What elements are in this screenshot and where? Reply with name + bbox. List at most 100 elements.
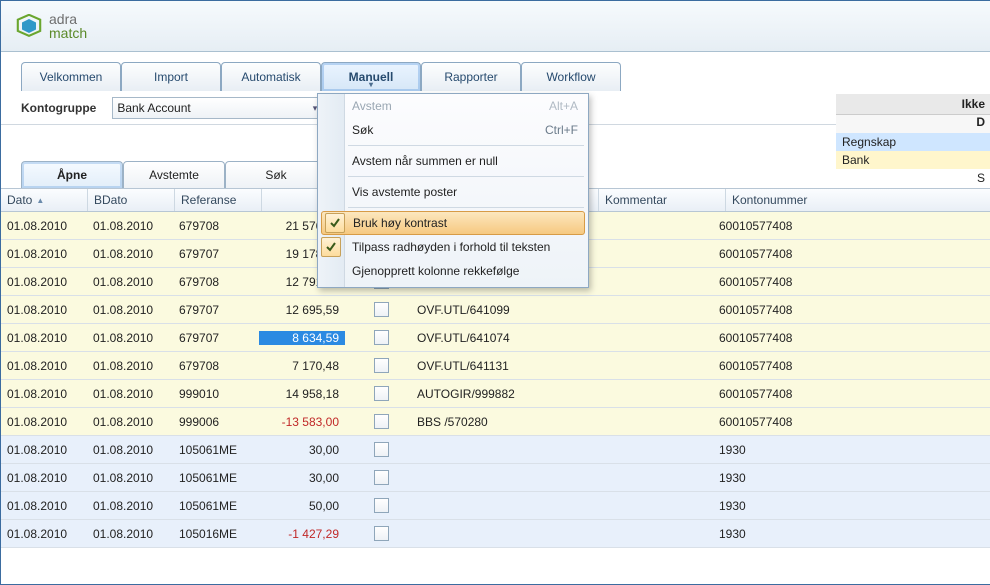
cell: 01.08.2010: [87, 219, 173, 233]
vtab-sok[interactable]: Søk: [225, 161, 327, 188]
cell: 01.08.2010: [1, 331, 87, 345]
menu-hoy-kontrast[interactable]: Bruk høy kontrast: [321, 211, 585, 235]
cell: 01.08.2010: [1, 499, 87, 513]
cell: 105061ME: [173, 443, 259, 457]
row-checkbox[interactable]: [345, 358, 411, 373]
table-row[interactable]: 01.08.201001.08.20106797087 170,48OVF.UT…: [1, 352, 990, 380]
table-row[interactable]: 01.08.201001.08.201099901014 958,18AUTOG…: [1, 380, 990, 408]
cell: 01.08.2010: [87, 387, 173, 401]
cell: OVF.UTL/641074: [411, 331, 587, 345]
col-dato[interactable]: Dato▲: [1, 189, 88, 211]
cell: 01.08.2010: [1, 275, 87, 289]
cell: 01.08.2010: [1, 219, 87, 233]
row-checkbox[interactable]: [345, 330, 411, 345]
checkbox-icon: [374, 358, 389, 373]
menu-avstem[interactable]: Avstem Alt+A: [318, 94, 588, 118]
kontogruppe-label: Kontogruppe: [21, 101, 96, 115]
cell: 679708: [173, 275, 259, 289]
cell: 01.08.2010: [87, 275, 173, 289]
checkbox-icon: [374, 442, 389, 457]
cell: 1930: [713, 443, 829, 457]
table-row[interactable]: 01.08.201001.08.20106797078 634,59OVF.UT…: [1, 324, 990, 352]
col-label: BDato: [94, 193, 127, 207]
vtab-label: Åpne: [57, 168, 87, 182]
summary-panel: Ikke D Regnskap Bank S: [836, 94, 990, 187]
cell: 1930: [713, 471, 829, 485]
menu-label: Gjenopprett kolonne rekkefølge: [352, 264, 519, 278]
tab-automatisk[interactable]: Automatisk: [221, 62, 321, 91]
cell: BBS /570280: [411, 415, 587, 429]
tab-velkommen[interactable]: Velkommen: [21, 62, 121, 91]
row-checkbox[interactable]: [345, 386, 411, 401]
cell: 60010577408: [713, 359, 829, 373]
cell: 01.08.2010: [87, 527, 173, 541]
cell: 01.08.2010: [87, 499, 173, 513]
table-row[interactable]: 01.08.201001.08.2010105016ME-1 427,29193…: [1, 520, 990, 548]
row-checkbox[interactable]: [345, 414, 411, 429]
menu-vis-avstemte[interactable]: Vis avstemte poster: [318, 180, 588, 204]
row-checkbox[interactable]: [345, 302, 411, 317]
cell: 50,00: [259, 499, 345, 513]
checkbox-icon: [374, 414, 389, 429]
checkbox-icon: [374, 470, 389, 485]
cell: 01.08.2010: [1, 359, 87, 373]
table-row[interactable]: 01.08.201001.08.2010105061ME30,001930: [1, 464, 990, 492]
brand-line2: match: [49, 26, 87, 40]
table-row[interactable]: 01.08.201001.08.2010105061ME50,001930: [1, 492, 990, 520]
kontogruppe-select[interactable]: Bank Account ▾: [112, 97, 322, 119]
sort-asc-icon: ▲: [36, 196, 44, 205]
cell: 01.08.2010: [1, 527, 87, 541]
menu-avstem-null[interactable]: Avstem når summen er null: [318, 149, 588, 173]
cell: 14 958,18: [259, 387, 345, 401]
table-row[interactable]: 01.08.201001.08.201067970712 695,59OVF.U…: [1, 296, 990, 324]
summary-sub: D: [836, 115, 990, 133]
menu-radhoyde[interactable]: Tilpass radhøyden i forhold til teksten: [318, 235, 588, 259]
cell: 60010577408: [713, 331, 829, 345]
menu-separator: [348, 176, 584, 177]
col-kommentar[interactable]: Kommentar: [599, 189, 726, 211]
tab-manuell[interactable]: Manuell▾: [321, 62, 421, 91]
menu-label: Vis avstemte poster: [352, 185, 457, 199]
tab-workflow[interactable]: Workflow: [521, 62, 621, 91]
menu-sok[interactable]: Søk Ctrl+F: [318, 118, 588, 142]
cell: 01.08.2010: [87, 331, 173, 345]
row-checkbox[interactable]: [345, 526, 411, 541]
row-checkbox[interactable]: [345, 470, 411, 485]
checkbox-icon: [374, 526, 389, 541]
cell: 01.08.2010: [1, 471, 87, 485]
kontogruppe-value: Bank Account: [117, 101, 190, 115]
cell: 01.08.2010: [87, 247, 173, 261]
tab-import[interactable]: Import: [121, 62, 221, 91]
checkbox-icon: [374, 302, 389, 317]
row-checkbox[interactable]: [345, 498, 411, 513]
cell: 01.08.2010: [1, 387, 87, 401]
col-bdato[interactable]: BDato: [88, 189, 175, 211]
col-referanse[interactable]: Referanse: [175, 189, 262, 211]
cell: OVF.UTL/641099: [411, 303, 587, 317]
table-row[interactable]: 01.08.201001.08.2010105061ME30,001930: [1, 436, 990, 464]
cell: 1930: [713, 527, 829, 541]
tab-rapporter[interactable]: Rapporter: [421, 62, 521, 91]
vtab-avstemte[interactable]: Avstemte: [123, 161, 225, 188]
cell: -1 427,29: [259, 527, 345, 541]
menu-separator: [348, 145, 584, 146]
cell: 679708: [173, 359, 259, 373]
cell: 999010: [173, 387, 259, 401]
row-checkbox[interactable]: [345, 442, 411, 457]
table-row[interactable]: 01.08.201001.08.2010999006-13 583,00BBS …: [1, 408, 990, 436]
cell: 60010577408: [713, 247, 829, 261]
tab-label: Rapporter: [444, 70, 497, 84]
menu-label: Avstem når summen er null: [352, 154, 498, 168]
menu-shortcut: Alt+A: [549, 99, 578, 113]
menu-rekkefolge[interactable]: Gjenopprett kolonne rekkefølge: [318, 259, 588, 283]
cell: OVF.UTL/641131: [411, 359, 587, 373]
col-label: Kommentar: [605, 193, 667, 207]
cell: 01.08.2010: [87, 443, 173, 457]
cell: 01.08.2010: [87, 359, 173, 373]
cell: 01.08.2010: [1, 415, 87, 429]
col-kontonummer[interactable]: Kontonummer: [726, 189, 842, 211]
vtab-apne[interactable]: Åpne: [21, 161, 123, 188]
checkbox-icon: [374, 330, 389, 345]
cell: AUTOGIR/999882: [411, 387, 587, 401]
cell: -13 583,00: [259, 415, 345, 429]
